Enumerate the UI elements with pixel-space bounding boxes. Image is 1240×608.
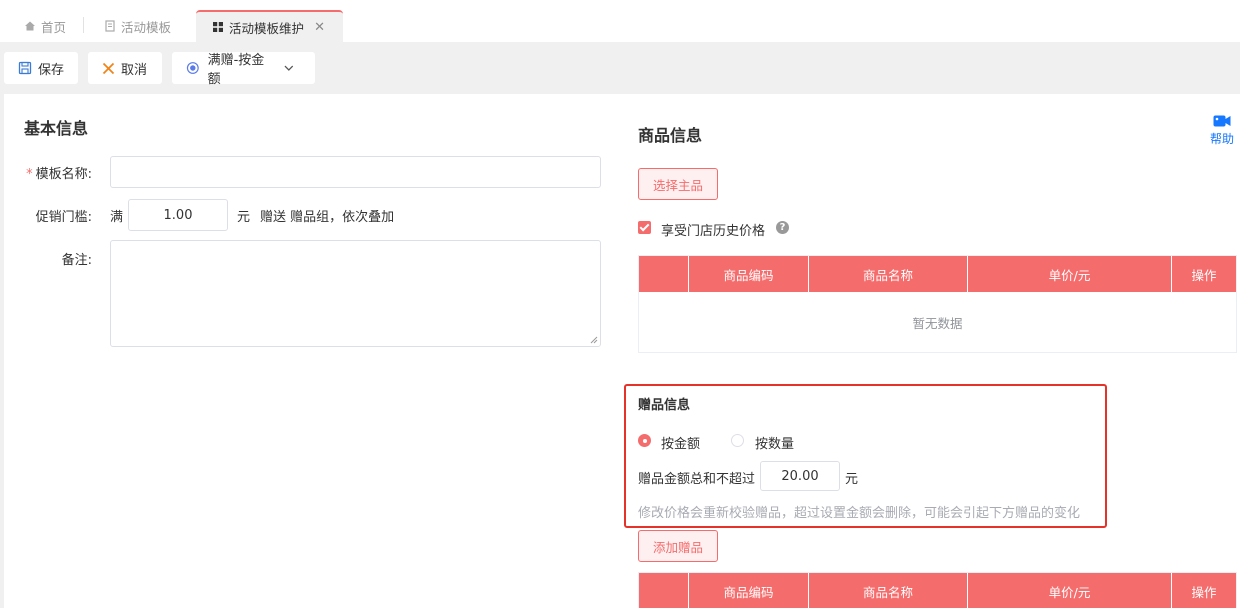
gift-limit-unit: 元 [845, 472, 859, 487]
home-icon [25, 21, 35, 31]
grid-icon [213, 22, 223, 32]
chevron-down-icon [284, 65, 294, 71]
target-icon [186, 62, 199, 74]
template-name-label-text: 模板名称: [35, 167, 92, 182]
gift-info-title: 赠品信息 [638, 398, 691, 413]
tab-divider [83, 17, 84, 33]
goods-col-action: 操作 [1191, 267, 1217, 283]
gift-hint-text: 修改价格会重新校验赠品，超过设置金额会删除，可能会引起下方赠品的变化 [638, 506, 1081, 521]
close-icon [102, 62, 115, 74]
gift-col-price: 单价/元 [968, 573, 1172, 608]
threshold-amount-value: 1.00 [163, 207, 193, 223]
threshold-prefix: 满 [110, 210, 124, 225]
gift-limit-label: 赠品金额总和不超过 [638, 472, 756, 487]
goods-info-title: 商品信息 [638, 126, 703, 145]
gift-limit-input[interactable]: 20.00 [760, 461, 840, 491]
tab-home[interactable]: 首页 [24, 10, 66, 42]
document-icon [105, 20, 115, 32]
tab-activity-template-edit-label: 活动模板维护 [229, 20, 305, 36]
video-icon [1213, 115, 1231, 127]
goods-col-code: 商品编码 [689, 256, 809, 292]
gift-table: 商品编码 商品名称 单价/元 操作 [638, 572, 1237, 608]
threshold-amount-input[interactable]: 1.00 [128, 199, 228, 231]
goods-table: 商品编码 商品名称 单价/元 操作 暂无数据 [638, 255, 1237, 353]
goods-col-index [639, 256, 689, 292]
radio-by-amount-label[interactable]: 按金额 [661, 433, 700, 452]
threshold-label: 促销门槛: [35, 210, 92, 225]
threshold-unit: 元 [237, 210, 251, 225]
tab-activity-template-edit[interactable]: 活动模板维护 ✕ [196, 10, 343, 42]
tab-home-label: 首页 [41, 19, 67, 35]
add-gift-button[interactable]: 添加赠品 [638, 530, 718, 562]
save-button-label: 保存 [38, 62, 65, 78]
template-name-input[interactable] [110, 156, 601, 188]
activity-type-select[interactable]: 满赠-按金额 [172, 52, 315, 87]
resize-grip-icon[interactable] [590, 336, 598, 344]
radio-by-quantity-label[interactable]: 按数量 [755, 433, 794, 452]
save-button[interactable]: 保存 [4, 52, 78, 84]
history-price-checkbox[interactable] [638, 221, 651, 234]
template-name-label: * 模板名称: [26, 167, 92, 182]
cancel-button-label: 取消 [121, 62, 148, 78]
radio-by-amount[interactable] [638, 434, 651, 447]
save-icon [18, 61, 32, 75]
remark-label: 备注: [61, 253, 92, 268]
select-main-goods-button[interactable]: 选择主品 [638, 168, 718, 200]
history-price-label: 享受门店历史价格 [661, 224, 766, 239]
threshold-description: 赠送 赠品组，依次叠加 [260, 210, 395, 225]
help-label: 帮助 [1209, 132, 1234, 146]
remark-textarea[interactable] [110, 240, 601, 347]
gift-limit-value: 20.00 [781, 468, 819, 484]
gift-col-action: 操作 [1191, 584, 1217, 600]
help-question-icon[interactable]: ? [776, 221, 789, 234]
tab-activity-template-label: 活动模板 [121, 19, 172, 35]
radio-by-quantity[interactable] [731, 434, 744, 447]
help-button[interactable]: 帮助 [1208, 114, 1236, 147]
basic-info-title: 基本信息 [24, 119, 89, 138]
goods-table-header: 商品编码 商品名称 单价/元 操作 [639, 256, 1236, 292]
toolbar: 保存 取消 满赠-按金额 [0, 42, 1240, 94]
gift-col-code: 商品编码 [689, 573, 809, 608]
gift-col-name: 商品名称 [809, 573, 968, 608]
gift-col-index [639, 573, 689, 608]
gift-table-header: 商品编码 商品名称 单价/元 操作 [639, 573, 1236, 608]
close-icon[interactable]: ✕ [314, 20, 325, 35]
activity-type-label: 满赠-按金额 [207, 53, 265, 87]
goods-col-price: 单价/元 [968, 256, 1172, 292]
cancel-button[interactable]: 取消 [88, 52, 162, 84]
tab-bar: 首页 活动模板 活动模板维护 ✕ [0, 0, 1240, 42]
goods-col-name: 商品名称 [809, 256, 968, 292]
tab-activity-template[interactable]: 活动模板 [104, 10, 171, 42]
goods-table-empty: 暂无数据 [912, 315, 963, 331]
